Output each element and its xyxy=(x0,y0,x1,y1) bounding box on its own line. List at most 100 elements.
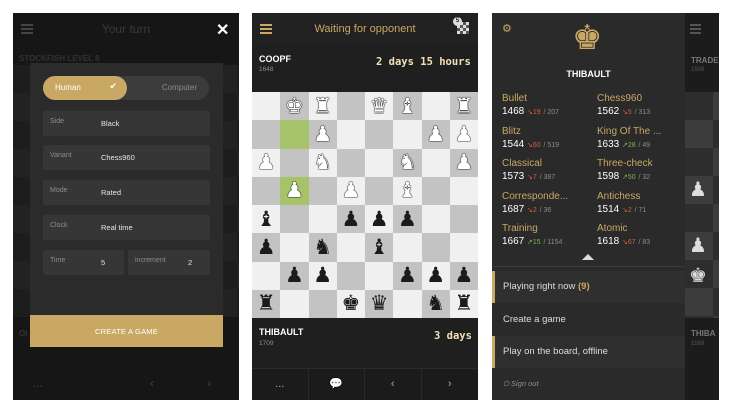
prev-move-icon[interactable]: ‹ xyxy=(365,369,422,400)
opponent-toggle[interactable]: Human ✔ Computer xyxy=(43,76,209,100)
white-queen-icon[interactable]: ♛ xyxy=(365,92,393,120)
sign-out-link[interactable]: ⏻ Sign out xyxy=(503,379,539,389)
player-name: OI xyxy=(19,329,28,338)
square-g3[interactable] xyxy=(421,233,450,262)
increment-select[interactable]: increment 2 xyxy=(128,250,210,275)
menu-playing-now[interactable]: Playing right now (9) xyxy=(492,271,685,303)
square-b3[interactable] xyxy=(280,233,309,262)
black-knight-icon[interactable]: ♞ xyxy=(422,290,450,318)
more-icon[interactable]: ... xyxy=(252,369,309,400)
white-bishop-icon[interactable]: ♝ xyxy=(393,177,421,205)
opponent-clock: 2 days 15 hours xyxy=(376,56,471,68)
white-rook-icon[interactable]: ♜ xyxy=(450,92,478,120)
menu-play-offline[interactable]: Play on the board, offline xyxy=(492,336,685,368)
square-b4[interactable] xyxy=(280,205,309,234)
gear-icon[interactable]: ⚙ xyxy=(502,22,512,35)
square-g8[interactable] xyxy=(421,92,450,121)
square-h3[interactable] xyxy=(449,233,478,262)
black-pawn-icon[interactable]: ♟ xyxy=(365,205,393,233)
white-pawn-icon[interactable]: ♟ xyxy=(450,120,478,148)
white-pawn-icon[interactable]: ♟ xyxy=(280,177,308,205)
white-rook-icon[interactable]: ♜ xyxy=(309,92,337,120)
square-a7[interactable] xyxy=(252,120,281,149)
chat-icon[interactable]: 💬 xyxy=(309,369,365,400)
square-e7[interactable] xyxy=(365,120,394,149)
square-d3[interactable] xyxy=(336,233,365,262)
black-rook-icon[interactable]: ♜ xyxy=(252,290,280,318)
black-pawn-icon[interactable]: ♟ xyxy=(252,233,280,261)
rating-stat[interactable]: King Of The ... 1633 ↗28 / 49 xyxy=(597,126,687,152)
white-king-icon[interactable]: ♚ xyxy=(280,92,308,120)
square-d8[interactable] xyxy=(336,92,365,121)
black-pawn-icon[interactable]: ♟ xyxy=(309,262,337,290)
close-icon[interactable]: ✕ xyxy=(216,23,229,39)
rating-stat[interactable]: Atomic 1618 ↘67 / 83 xyxy=(597,223,687,249)
square-a8[interactable] xyxy=(252,92,281,121)
time-select[interactable]: Time 5 xyxy=(43,250,124,275)
square-e2[interactable] xyxy=(365,261,394,290)
square-a5[interactable] xyxy=(252,176,281,205)
white-pawn-icon[interactable]: ♟ xyxy=(309,120,337,148)
square-b7[interactable] xyxy=(280,120,309,149)
variant-select[interactable]: Variant Chess960 xyxy=(43,145,210,170)
rating-stat[interactable]: Corresponde... 1687 ↘2 / 36 xyxy=(502,191,592,217)
white-bishop-icon[interactable]: ♝ xyxy=(393,92,421,120)
square-e5[interactable] xyxy=(365,176,394,205)
menu-create-game[interactable]: Create a game xyxy=(492,304,685,336)
white-pawn-icon[interactable]: ♟ xyxy=(450,149,478,177)
black-king-icon[interactable]: ♚ xyxy=(337,290,365,318)
square-e6[interactable] xyxy=(365,148,394,177)
black-pawn-icon[interactable]: ♟ xyxy=(450,262,478,290)
square-g6[interactable] xyxy=(421,148,450,177)
white-pawn-icon[interactable]: ♟ xyxy=(252,149,280,177)
rating-stat[interactable]: Antichess 1514 ↘2 / 71 xyxy=(597,191,687,217)
rating-stat[interactable]: Classical 1573 ↘7 / 387 xyxy=(502,158,592,184)
square-c1[interactable] xyxy=(308,289,337,318)
black-pawn-icon[interactable]: ♟ xyxy=(393,205,421,233)
black-pawn-icon[interactable]: ♟ xyxy=(393,262,421,290)
square-f1[interactable] xyxy=(393,289,422,318)
rating-stat[interactable]: Blitz 1544 ↘60 / 519 xyxy=(502,126,592,152)
square-g5[interactable] xyxy=(421,176,450,205)
mode-select[interactable]: Mode Rated xyxy=(43,180,210,205)
white-knight-icon[interactable]: ♞ xyxy=(309,149,337,177)
side-select[interactable]: Side Black xyxy=(43,111,210,136)
square-d7[interactable] xyxy=(336,120,365,149)
square-f3[interactable] xyxy=(393,233,422,262)
black-queen-icon[interactable]: ♛ xyxy=(365,290,393,318)
rating-stat[interactable]: Bullet 1468 ↘19 / 207 xyxy=(502,93,592,119)
square-d6[interactable] xyxy=(336,148,365,177)
rating-stat[interactable]: Chess960 1562 ↘5 / 313 xyxy=(597,93,687,119)
collapse-caret-icon[interactable] xyxy=(582,254,594,260)
square-d2[interactable] xyxy=(336,261,365,290)
next-move-icon[interactable]: › xyxy=(422,369,479,400)
black-pawn-icon[interactable]: ♟ xyxy=(280,262,308,290)
rating-line: 1544 ↘60 / 519 xyxy=(502,138,592,152)
rating-stat[interactable]: Three-check 1598 ↗50 / 32 xyxy=(597,158,687,184)
black-knight-icon[interactable]: ♞ xyxy=(309,233,337,261)
square-b1[interactable] xyxy=(280,289,309,318)
toggle-computer[interactable]: Computer xyxy=(127,83,209,92)
white-pawn-icon[interactable]: ♟ xyxy=(337,177,365,205)
playing-now-count: (9) xyxy=(578,281,590,292)
square-f7[interactable] xyxy=(393,120,422,149)
black-pawn-icon[interactable]: ♟ xyxy=(422,262,450,290)
clock-select[interactable]: Clock Real time xyxy=(43,215,210,240)
square-h4[interactable] xyxy=(449,205,478,234)
square-h5[interactable] xyxy=(449,176,478,205)
white-pawn-icon[interactable]: ♟ xyxy=(422,120,450,148)
black-pawn-icon[interactable]: ♟ xyxy=(337,205,365,233)
black-bishop-icon[interactable]: ♝ xyxy=(252,205,280,233)
square-g4[interactable] xyxy=(421,205,450,234)
white-knight-icon[interactable]: ♞ xyxy=(393,149,421,177)
black-rook-icon[interactable]: ♜ xyxy=(450,290,478,318)
toggle-human[interactable]: Human ✔ xyxy=(43,76,127,100)
chess-board[interactable]: ♚ ♜ ♛ ♝ ♜ ♟ ♟ ♟ ♟ ♞ ♞ ♟ ♟ ♟ ♝ ♝ ♟ ♟ ♟ ♟ ♞ ♝ ♟ ♟ ♟ ♟ ♟ ♜ ♚ ♛ ♞ ♜ xyxy=(252,92,478,318)
create-game-button[interactable]: CREATE A GAME xyxy=(30,315,223,347)
square-c4[interactable] xyxy=(308,205,337,234)
rating-stat[interactable]: Training 1667 ↗15 / 1154 xyxy=(502,223,592,249)
square-b6[interactable] xyxy=(280,148,309,177)
square-a2[interactable] xyxy=(252,261,281,290)
black-bishop-icon[interactable]: ♝ xyxy=(365,233,393,261)
square-c5[interactable] xyxy=(308,176,337,205)
